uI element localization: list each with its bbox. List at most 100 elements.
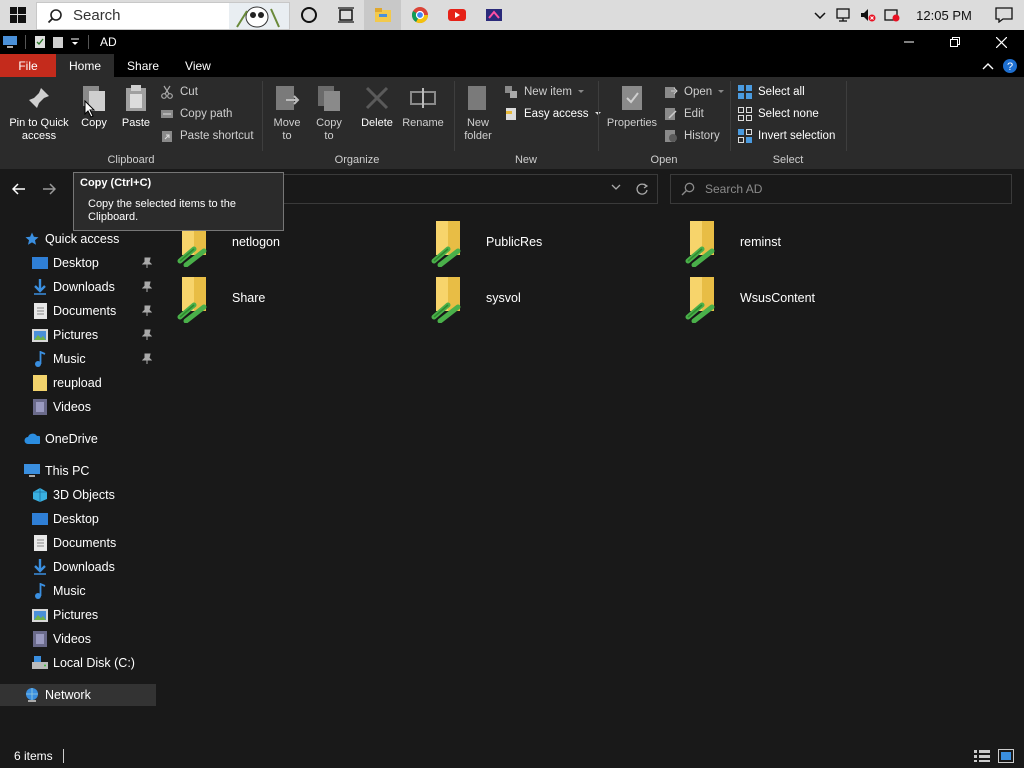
nav-quick-desktop[interactable]: Desktop (32, 252, 156, 274)
move-to-button[interactable]: Move to (270, 83, 304, 143)
nav-quick-videos[interactable]: Videos (32, 396, 156, 418)
app-icon[interactable] (2, 35, 18, 49)
new-folder-button[interactable]: New folder (460, 83, 496, 143)
shared-folder-item[interactable]: WsusContent (684, 275, 924, 331)
nav-this-pc[interactable]: This PC (24, 460, 156, 482)
cut-label: Cut (180, 86, 198, 98)
nav-onedrive[interactable]: OneDrive (24, 428, 156, 450)
paste-label: Paste (121, 117, 151, 129)
nav-pc-local-disk[interactable]: Local Disk (C:) (32, 652, 156, 674)
action-center-button[interactable] (984, 0, 1024, 30)
help-icon[interactable]: ? (1002, 58, 1018, 74)
restore-button[interactable] (932, 30, 978, 54)
nav-pc-desktop[interactable]: Desktop (32, 508, 156, 530)
nav-quick-music[interactable]: Music (32, 348, 156, 370)
chevron-down-icon[interactable] (611, 183, 621, 191)
shared-folder-item[interactable]: Share (176, 275, 416, 331)
new-group: New folder New item Easy access New (454, 77, 601, 169)
new-item-label: New item (524, 86, 572, 98)
nav-pc-documents[interactable]: Documents (32, 532, 156, 554)
close-button[interactable] (978, 30, 1024, 54)
paste-button[interactable]: Paste (118, 83, 154, 130)
file-explorer-taskbar-button[interactable] (364, 0, 401, 30)
paste-shortcut-icon (162, 131, 172, 142)
volume-tray-button[interactable] (856, 0, 880, 30)
ribbon-right-controls: ? (982, 54, 1024, 77)
nav-quick-documents[interactable]: Documents (32, 300, 156, 322)
shared-folder-item[interactable]: reminst (684, 219, 924, 275)
open-group: Properties Open Edit History Open (598, 77, 730, 169)
nav-pc-videos[interactable]: Videos (32, 628, 156, 650)
svg-text:?: ? (1007, 61, 1013, 73)
details-view-icon[interactable] (974, 749, 990, 763)
shared-folder-item[interactable]: PublicRes (430, 219, 670, 275)
invert-selection-button[interactable]: Invert selection (738, 127, 835, 145)
cut-button[interactable]: Cut (160, 83, 198, 101)
taskbar-search-box[interactable]: Search (36, 1, 290, 30)
task-view-button[interactable] (327, 0, 364, 30)
pin-to-quick-access-button[interactable]: Pin to Quick access (4, 83, 74, 143)
properties-qa-icon[interactable] (33, 35, 47, 49)
divider (25, 35, 26, 49)
new-item-button[interactable]: New item (504, 83, 584, 101)
address-bar[interactable] (280, 174, 658, 204)
tab-home[interactable]: Home (56, 54, 115, 77)
nav-pc-pictures[interactable]: Pictures (32, 604, 156, 626)
system-tray: 12:05 PM (808, 0, 1024, 30)
tab-view[interactable]: View (172, 54, 224, 77)
start-button[interactable] (0, 0, 36, 30)
shared-folder-icon (177, 277, 207, 324)
youtube-taskbar-button[interactable] (438, 0, 475, 30)
battery-tray-button[interactable] (880, 0, 904, 30)
large-icons-view-icon[interactable] (998, 748, 1014, 763)
nav-quick-downloads[interactable]: Downloads (32, 276, 156, 298)
tab-share[interactable]: Share (114, 54, 172, 77)
pin-label-1: Pin to Quick (9, 117, 69, 129)
minimize-ribbon-icon[interactable] (982, 62, 994, 70)
chrome-taskbar-button[interactable] (401, 0, 438, 30)
shared-folder-item[interactable]: sysvol (430, 275, 670, 331)
open-button[interactable]: Open (664, 83, 725, 101)
properties-button[interactable]: Properties (602, 83, 662, 130)
forward-button[interactable] (39, 179, 59, 199)
tab-file[interactable]: File (0, 54, 56, 77)
select-all-button[interactable]: Select all (738, 83, 805, 101)
nav-this-pc-label: This PC (45, 464, 90, 478)
paste-shortcut-button[interactable]: Paste shortcut (160, 127, 254, 145)
edit-button[interactable]: Edit (664, 105, 704, 123)
history-button[interactable]: History (664, 127, 720, 145)
new-folder-qa-icon[interactable] (51, 35, 65, 49)
pin-icon (142, 281, 152, 292)
show-hidden-icons-button[interactable] (808, 0, 832, 30)
copy-to-button[interactable]: Copy to (312, 83, 346, 143)
copy-path-button[interactable]: Copy path (160, 105, 232, 123)
network-tray-button[interactable] (832, 0, 856, 30)
videos-icon (33, 399, 47, 415)
minimize-button[interactable] (886, 30, 932, 54)
nav-quick-pictures[interactable]: Pictures (32, 324, 156, 346)
divider (88, 35, 89, 49)
customize-qa-dropdown-icon[interactable] (69, 36, 81, 48)
clock[interactable]: 12:05 PM (904, 8, 984, 23)
nav-network[interactable]: Network (0, 684, 156, 706)
delete-button[interactable]: Delete (360, 83, 394, 130)
edit-label: Edit (684, 108, 704, 120)
video-editor-taskbar-button[interactable] (475, 0, 512, 30)
window-title: AD (100, 35, 117, 49)
nav-quick-reupload[interactable]: reupload (32, 372, 156, 394)
search-field[interactable]: Search AD (670, 174, 1012, 204)
battery-warning-icon (884, 9, 900, 22)
pin-icon (29, 88, 49, 108)
refresh-icon[interactable] (635, 182, 649, 196)
nav-quick-access[interactable]: Quick access (24, 228, 156, 250)
back-button[interactable] (9, 179, 29, 199)
nav-pc-music[interactable]: Music (32, 580, 156, 602)
nav-pc-downloads[interactable]: Downloads (32, 556, 156, 578)
select-none-button[interactable]: Select none (738, 105, 819, 123)
easy-access-button[interactable]: Easy access (504, 105, 601, 123)
rename-button[interactable]: Rename (400, 83, 446, 130)
search-icon (681, 182, 695, 196)
computer-icon (24, 464, 40, 477)
cortana-button[interactable] (290, 0, 327, 30)
nav-pc-3d-objects[interactable]: 3D Objects (32, 484, 156, 506)
